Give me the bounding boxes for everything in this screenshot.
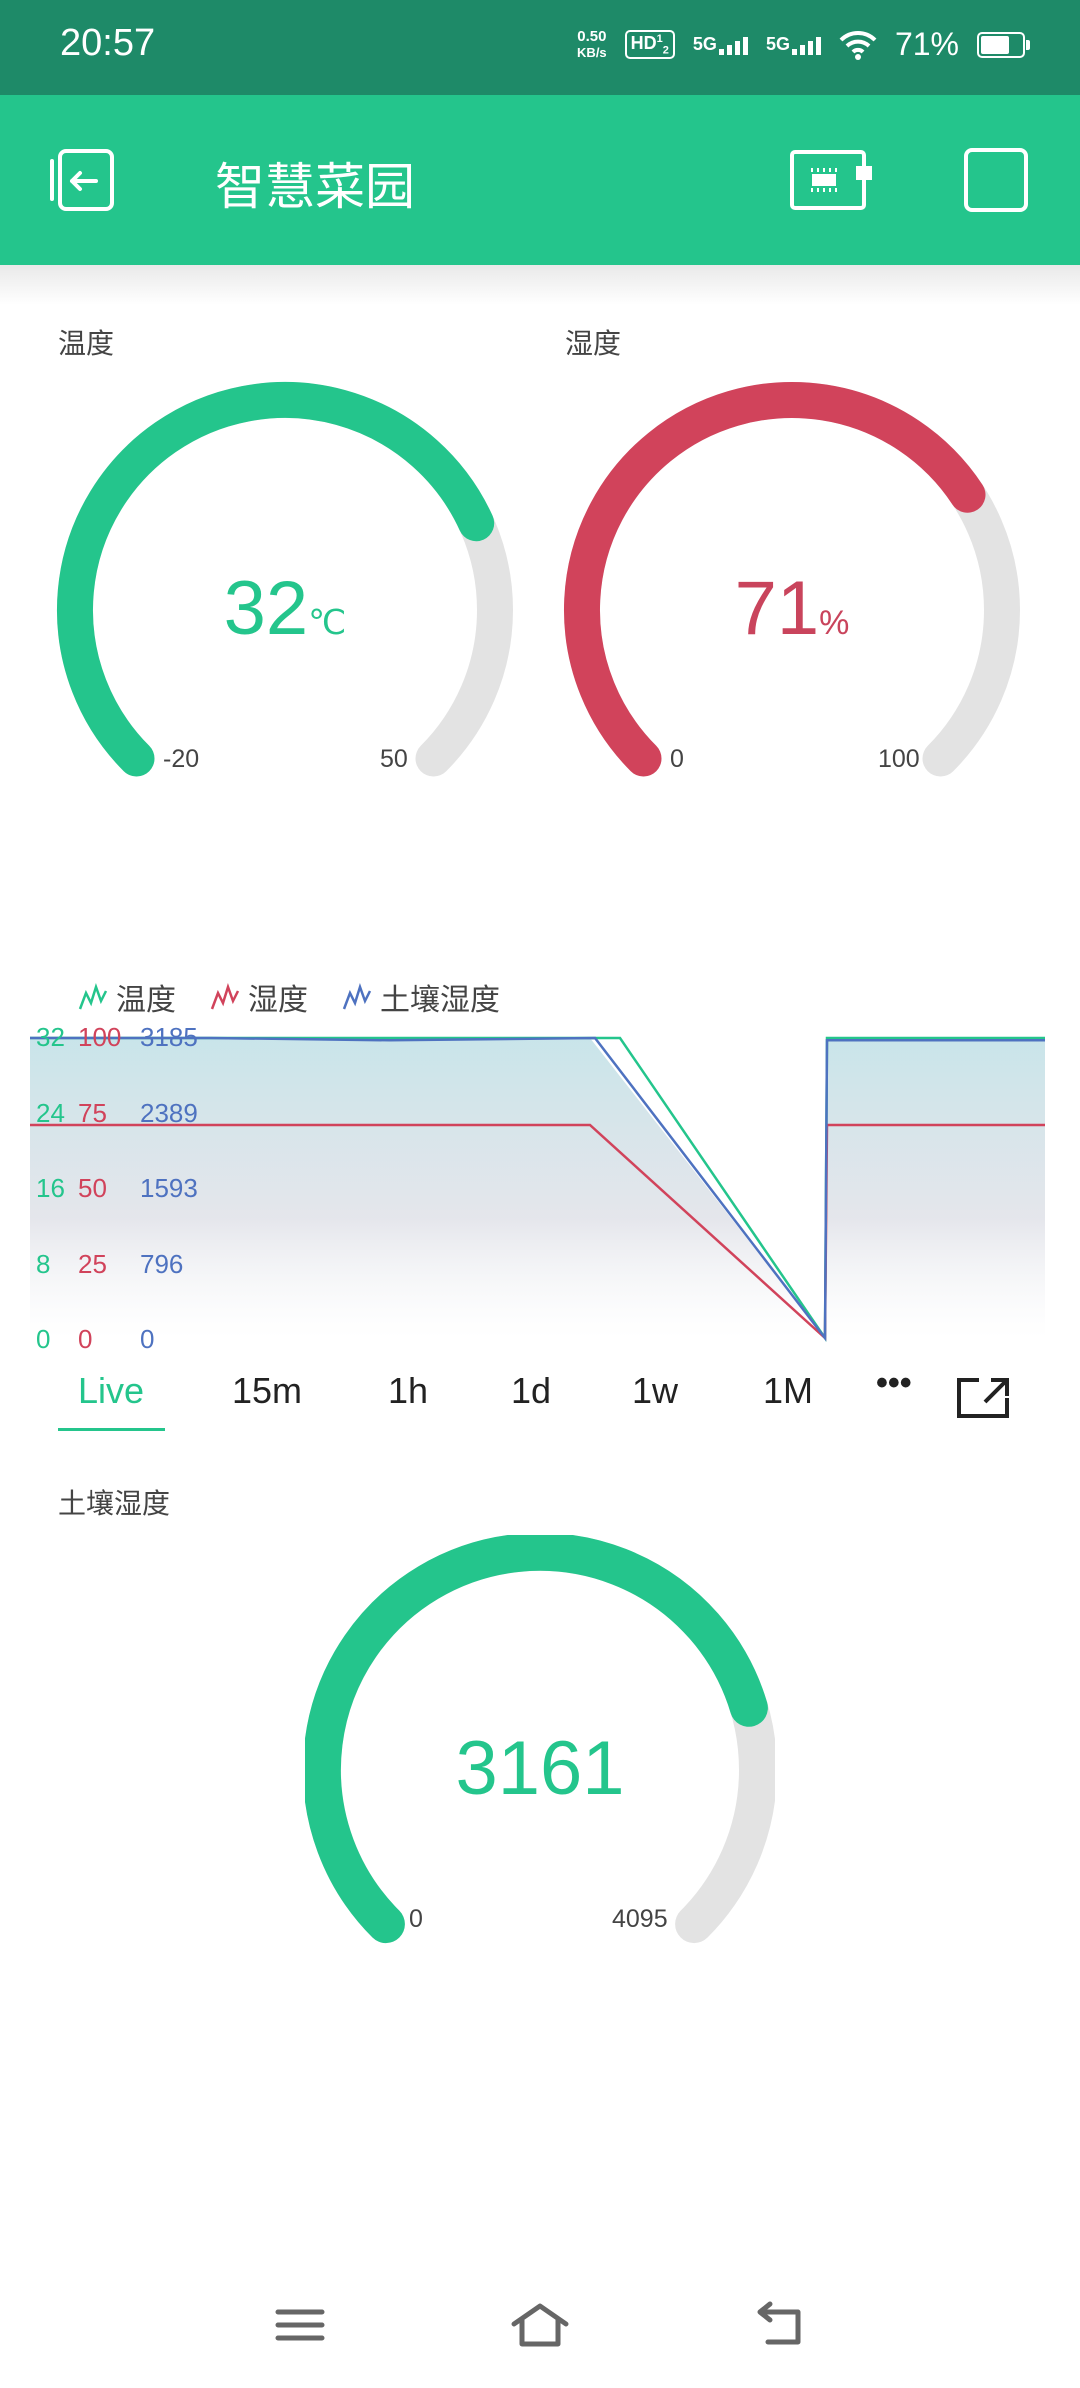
legend-label: 土壤湿度 [380,983,500,1018]
gauge-min: 0 [670,745,684,773]
wifi-icon [839,30,877,60]
net-speed-unit: KB/s [577,44,607,60]
axis-tick-label: 1593 [140,1173,198,1203]
hd-label: HD [630,32,657,53]
soil-label: 土壤湿度 [58,1487,171,1520]
range-1w[interactable]: 1w [632,1370,678,1412]
range-1h[interactable]: 1h [388,1370,428,1412]
signal-icon-sim1: 5G [693,34,748,55]
net-speed-value: 0.50 [577,27,607,45]
legend-item-humidity[interactable]: 湿度 [210,975,308,1019]
range-15m[interactable]: 15m [232,1370,302,1412]
status-time: 20:57 [60,22,156,64]
axis-tick-label: 32 [36,1022,65,1052]
status-icons: 0.50 KB/s HD12 5G 5G 71% [577,26,1030,63]
battery-icon [977,31,1030,58]
active-range-underline [58,1428,165,1431]
hd-sub: 2 [662,44,669,57]
range-1d[interactable]: 1d [511,1370,551,1412]
humidity-gauge: 71% 0 100 [562,380,1022,780]
hd-icon: HD12 [624,29,675,60]
sim2-label: 5G [765,34,790,54]
sim1-label: 5G [692,34,717,54]
gauge-max: 100 [878,745,920,773]
axis-tick-label: 2389 [140,1097,198,1128]
exit-icon[interactable] [48,147,120,217]
back-icon[interactable] [752,2300,808,2354]
soil-gauge: 3161 0 4095 [305,1535,775,1945]
menu-icon[interactable] [272,2300,328,2354]
gauge-max: 4095 [612,1905,668,1933]
square-icon[interactable] [963,147,1029,217]
axis-tick-label: 0 [78,1324,93,1354]
device-board-icon[interactable] [790,150,874,214]
gauge-value: 32℃ [55,565,515,652]
gauge-value: 71% [562,565,1022,652]
gauge-min: -20 [163,745,200,773]
system-nav-bar [0,2280,1080,2388]
temperature-value: 32 [223,566,309,651]
axis-tick-label: 50 [78,1173,107,1203]
axis-tick-label: 0 [36,1324,51,1354]
axis-tick-label: 796 [140,1248,184,1279]
axis-tick-label: 75 [78,1097,107,1128]
legend-item-temperature[interactable]: 温度 [78,975,176,1019]
axis-tick-label: 3185 [140,1022,198,1052]
line-chart-icon [78,983,108,1010]
page-title: 智慧菜园 [215,158,415,216]
axis-tick-label: 8 [36,1248,51,1279]
temperature-label: 温度 [58,327,115,360]
status-bar: 20:57 0.50 KB/s HD12 5G 5G 71% [0,0,1080,95]
legend-item-soil[interactable]: 土壤湿度 [342,975,500,1019]
fullscreen-icon[interactable] [955,1376,1011,1425]
legend-label: 湿度 [248,983,308,1018]
legend-label: 温度 [116,983,176,1018]
temperature-gauge: 32℃ -20 50 [55,380,515,780]
gauge-min: 0 [409,1905,423,1933]
axis-tick-label: 16 [36,1173,65,1203]
gauge-max: 50 [380,745,408,773]
gauge-value: 3161 [305,1725,775,1812]
line-chart-icon [342,983,372,1010]
soil-value: 3161 [455,1726,625,1811]
range-1m[interactable]: 1M [763,1370,813,1412]
chart-legend: 温度 湿度 土壤湿度 [78,975,500,1019]
range-live[interactable]: Live [78,1370,144,1412]
humidity-unit: % [819,604,850,642]
humidity-value: 71 [734,566,820,651]
temperature-unit: ℃ [308,604,347,642]
time-range-selector: Live 15m 1h 1d 1w 1M ••• [0,1360,1080,1431]
signal-icon-sim2: 5G [766,34,821,55]
line-chart-icon [210,983,240,1010]
app-bar: 智慧菜园 [0,95,1080,265]
app-bar-shadow [0,265,1080,305]
axis-tick-label: 24 [36,1097,65,1128]
battery-percent: 71% [894,26,959,62]
superchart[interactable]: 32 24 16 8 0 100 75 50 25 0 3185 2389 1593 796 0 [30,1020,1050,1354]
axis-tick-label: 25 [78,1248,107,1279]
axis-tick-label: 0 [140,1324,155,1354]
more-icon[interactable]: ••• [876,1364,912,1403]
humidity-label: 湿度 [565,327,622,360]
axis-tick-label: 100 [78,1022,122,1052]
home-icon[interactable] [510,2300,570,2354]
hd-sup: 1 [656,32,663,45]
net-speed: 0.50 KB/s [577,27,607,61]
